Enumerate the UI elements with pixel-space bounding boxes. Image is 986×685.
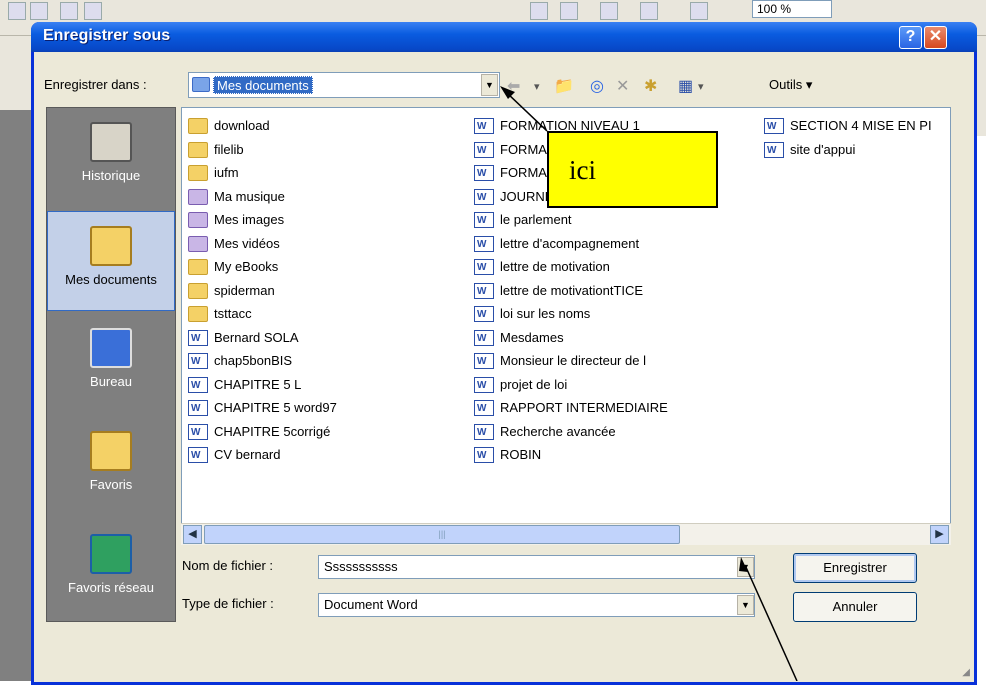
annotation-arrows <box>500 86 798 681</box>
